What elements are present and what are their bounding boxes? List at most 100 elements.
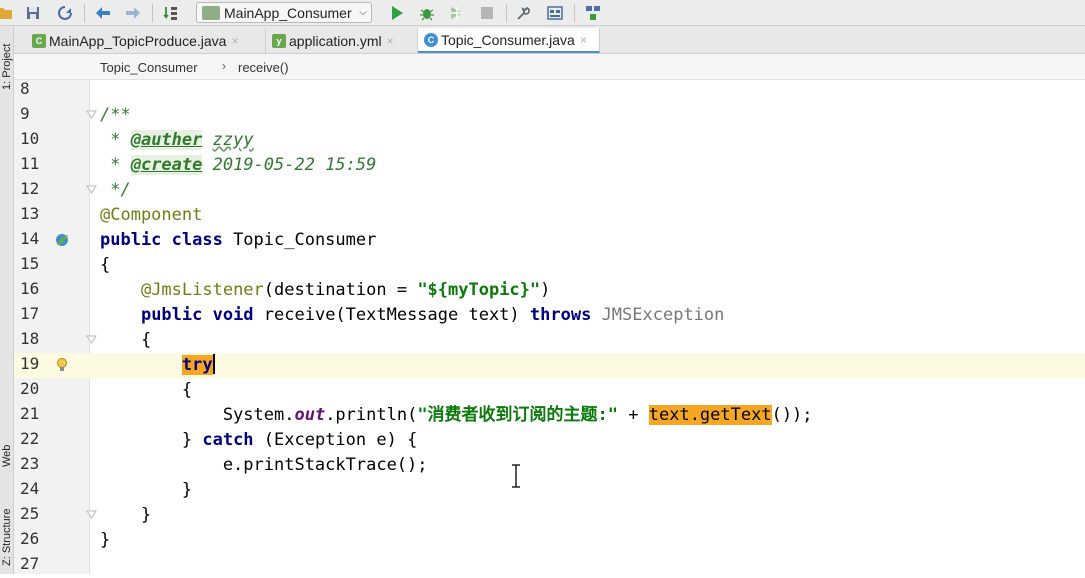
code-line[interactable]: 26} xyxy=(14,528,1085,553)
code-line[interactable]: 12 */ xyxy=(14,178,1085,203)
line-number: 20 xyxy=(20,379,40,398)
sync-icon[interactable] xyxy=(54,3,76,23)
code-token: .println( xyxy=(325,405,418,425)
line-number: 21 xyxy=(20,404,40,423)
code-token: e.printStackTrace(); xyxy=(100,455,428,475)
code-line[interactable]: 22 } catch (Exception e) { xyxy=(14,428,1085,453)
code-line[interactable]: 10 * @auther zzyy xyxy=(14,128,1085,153)
close-icon[interactable]: × xyxy=(231,34,238,48)
run-configuration-label: MainApp_Consumer xyxy=(224,4,352,21)
code-line[interactable]: 21 System.out.println("消费者收到订阅的主题:" + te… xyxy=(14,403,1085,428)
tab-topic-consumer[interactable]: C Topic_Consumer.java × xyxy=(418,28,600,53)
fold-marker-icon[interactable] xyxy=(86,334,97,345)
line-number: 11 xyxy=(20,154,40,173)
structure-icon[interactable] xyxy=(582,3,604,23)
code-token: public void xyxy=(140,305,254,325)
code-line[interactable]: 20 { xyxy=(14,378,1085,403)
editor-tab-bar: C MainApp_TopicProduce.java × y applicat… xyxy=(14,26,1085,54)
code-line[interactable]: 14 public class Topic_Consumer xyxy=(14,228,1085,253)
project-tool-tab[interactable]: 1: Project xyxy=(0,34,14,100)
code-line[interactable]: 25 } xyxy=(14,503,1085,528)
text-caret xyxy=(212,354,215,374)
code-token: 2019-05-22 15:59 xyxy=(202,155,377,175)
code-token: ) xyxy=(540,280,551,300)
code-text: } catch (Exception e) { xyxy=(100,429,417,451)
structure-tool-tab-label: Z: Structure xyxy=(1,508,13,566)
code-line[interactable]: 8 xyxy=(14,78,1085,103)
line-number: 23 xyxy=(20,454,40,473)
code-token: System. xyxy=(100,405,295,425)
tool-window-strip: 1: Project Web Z: Structure xyxy=(0,26,14,574)
code-token: throws xyxy=(529,305,592,325)
code-line[interactable]: 17 public void receive(TextMessage text)… xyxy=(14,303,1085,328)
code-token: + xyxy=(618,405,649,425)
breadcrumb-method[interactable]: receive() xyxy=(238,60,289,75)
fold-marker-icon[interactable] xyxy=(86,509,97,520)
code-editor[interactable]: 8 9/** 10 * @auther zzyy 11 * @create 2019-… xyxy=(14,78,1085,574)
code-text: { xyxy=(100,329,151,351)
run-config-icon xyxy=(202,5,220,20)
structure-tool-tab[interactable]: Z: Structure xyxy=(0,500,14,574)
toolbar-separator xyxy=(506,4,507,22)
run-icon[interactable] xyxy=(386,3,408,23)
open-icon[interactable] xyxy=(0,3,16,23)
build-icon[interactable] xyxy=(160,3,182,23)
code-token: zzyy xyxy=(212,130,254,150)
code-line[interactable]: 18 { xyxy=(14,328,1085,353)
code-line[interactable]: 24 } xyxy=(14,478,1085,503)
code-token: (destination = xyxy=(263,280,418,300)
line-number: 15 xyxy=(20,254,40,273)
tab-application-yml[interactable]: y application.yml × xyxy=(266,28,418,53)
code-line[interactable]: 27 xyxy=(14,553,1085,578)
code-text: System.out.println("消费者收到订阅的主题:" + text.… xyxy=(100,404,813,426)
tab-mainapp-topicproduce[interactable]: C MainApp_TopicProduce.java × xyxy=(26,28,266,53)
stop-icon[interactable] xyxy=(476,3,498,23)
bean-class-icon[interactable] xyxy=(54,232,70,248)
code-line[interactable]: 11 * @create 2019-05-22 15:59 xyxy=(14,153,1085,178)
line-number: 10 xyxy=(20,129,40,148)
code-line[interactable]: 15 { xyxy=(14,253,1085,278)
back-icon[interactable] xyxy=(92,3,114,23)
code-text: } xyxy=(100,529,110,551)
debug-icon[interactable] xyxy=(416,3,438,23)
lightbulb-icon[interactable] xyxy=(54,357,70,373)
code-line[interactable]: 9 /** xyxy=(14,103,1085,128)
code-token: public class xyxy=(100,230,223,250)
code-token: @create xyxy=(130,155,203,175)
code-token: try xyxy=(181,355,213,375)
code-token: JMSException xyxy=(601,305,725,325)
fold-marker-icon[interactable] xyxy=(86,184,97,195)
close-icon[interactable]: × xyxy=(387,34,394,48)
code-token: /** xyxy=(100,105,131,125)
tab-label: application.yml xyxy=(289,32,382,49)
coverage-icon[interactable] xyxy=(446,3,468,23)
code-token: "消费者收到订阅的主题:" xyxy=(417,405,619,425)
line-number: 13 xyxy=(20,204,40,223)
project-structure-icon[interactable] xyxy=(512,3,534,23)
breadcrumb-class[interactable]: Topic_Consumer xyxy=(100,60,198,75)
code-token: * xyxy=(100,155,131,175)
breadcrumb: Topic_Consumer › receive() xyxy=(14,54,1085,80)
save-icon[interactable] xyxy=(22,3,44,23)
code-token: ()); xyxy=(771,405,813,425)
code-text: * @auther zzyy xyxy=(100,129,254,151)
line-number: 24 xyxy=(20,479,40,498)
web-tool-tab[interactable]: Web xyxy=(0,428,14,484)
toolbar-separator xyxy=(152,4,153,22)
spring-class-icon: C xyxy=(32,33,46,48)
main-toolbar: MainApp_Consumer ⌵ xyxy=(0,0,1085,26)
code-token: @JmsListener xyxy=(140,280,264,300)
forward-icon[interactable] xyxy=(122,3,144,23)
code-token: @auther xyxy=(130,130,203,150)
toolbar-separator xyxy=(84,4,85,22)
line-number: 9 xyxy=(20,104,30,123)
code-line[interactable]: 13 @Component xyxy=(14,203,1085,228)
sdk-icon[interactable] xyxy=(544,3,566,23)
close-icon[interactable]: × xyxy=(580,33,587,47)
run-configuration-selector[interactable]: MainApp_Consumer ⌵ xyxy=(196,2,372,23)
code-line[interactable]: 23 e.printStackTrace(); xyxy=(14,453,1085,478)
code-line[interactable]: 19 try xyxy=(14,353,1085,378)
fold-marker-icon[interactable] xyxy=(86,109,97,120)
code-line[interactable]: 16 @JmsListener(destination = "${myTopic… xyxy=(14,278,1085,303)
